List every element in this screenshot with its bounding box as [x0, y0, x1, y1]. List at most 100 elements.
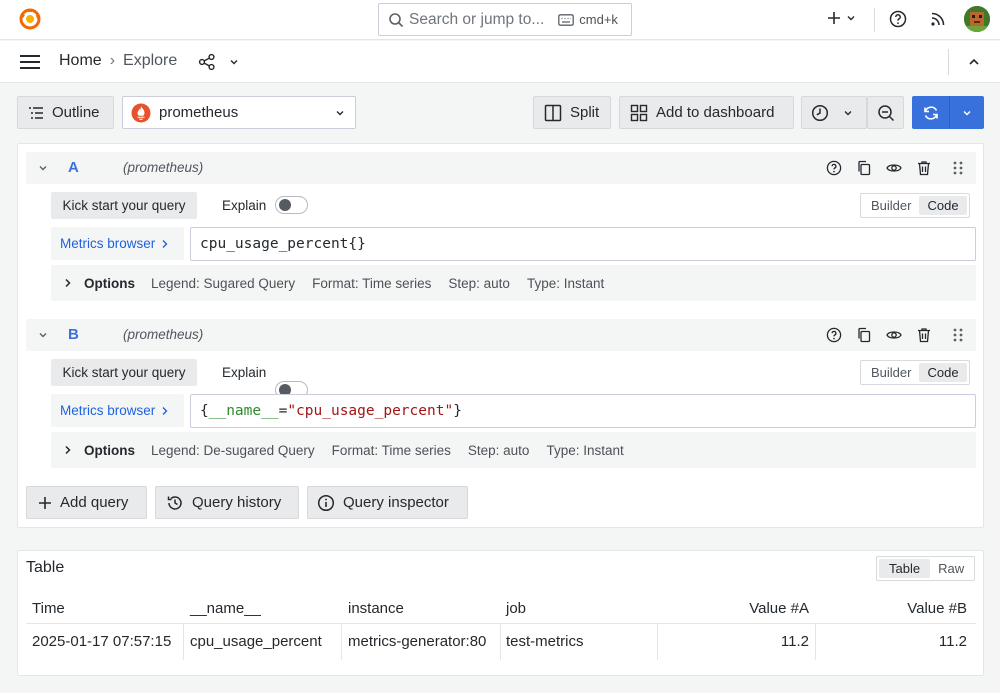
- query-letter[interactable]: A: [68, 159, 79, 176]
- breadcrumb-bar: Home › Explore: [0, 41, 1000, 83]
- eye-icon[interactable]: [886, 160, 902, 176]
- query-history-label: Query history: [192, 494, 282, 511]
- search-placeholder: Search or jump to...: [409, 10, 545, 28]
- options-legend: Legend: De-sugared Query: [151, 442, 315, 458]
- table-raw-switch[interactable]: Table Raw: [876, 556, 976, 581]
- code-mode-option[interactable]: Code: [919, 363, 967, 382]
- drag-handle-icon[interactable]: [952, 327, 964, 343]
- options-row[interactable]: Options Legend: De-sugared Query Format:…: [51, 432, 976, 468]
- run-chevron-down-icon[interactable]: [950, 96, 984, 129]
- expr-brace-close: }: [453, 403, 462, 419]
- column-divider: [183, 624, 184, 660]
- column-divider: [500, 624, 501, 660]
- column-divider: [815, 624, 816, 660]
- query-inspector-label: Query inspector: [343, 494, 449, 511]
- metrics-browser-button[interactable]: Metrics browser: [51, 394, 184, 427]
- metrics-browser-label: Metrics browser: [60, 403, 156, 418]
- share-icon[interactable]: [198, 53, 216, 71]
- column-header-time[interactable]: Time: [32, 600, 65, 617]
- share-chevron-down-icon[interactable]: [229, 57, 239, 67]
- column-header-name[interactable]: __name__: [190, 600, 261, 617]
- time-picker-button[interactable]: [801, 96, 867, 129]
- breadcrumb-separator: ›: [109, 52, 116, 69]
- metrics-browser-label: Metrics browser: [60, 236, 156, 251]
- column-header-value-a[interactable]: Value #A: [660, 600, 809, 617]
- split-label: Split: [570, 104, 600, 121]
- options-row[interactable]: Options Legend: Sugared Query Format: Ti…: [51, 265, 976, 301]
- plus-icon: [826, 10, 842, 26]
- metrics-browser-button[interactable]: Metrics browser: [51, 227, 184, 260]
- query-actions: [826, 327, 964, 343]
- divider: [874, 8, 875, 32]
- collapse-chevron-up-icon[interactable]: [968, 57, 980, 67]
- apps-grid-icon: [630, 104, 648, 122]
- breadcrumb-home[interactable]: Home: [59, 52, 102, 70]
- table-view-option[interactable]: Table: [879, 559, 931, 578]
- explain-toggle[interactable]: [275, 196, 308, 214]
- eye-icon[interactable]: [886, 327, 902, 343]
- column-header-instance[interactable]: instance: [348, 600, 404, 617]
- split-button[interactable]: Split: [533, 96, 611, 129]
- code-mode-option[interactable]: Code: [919, 196, 967, 215]
- add-query-button[interactable]: Add query: [26, 486, 147, 519]
- clock-icon: [811, 104, 829, 122]
- drag-handle-icon[interactable]: [952, 160, 964, 176]
- add-query-label: Add query: [60, 494, 129, 511]
- options-label: Options: [84, 275, 135, 291]
- history-icon: [166, 494, 184, 512]
- search-icon: [388, 12, 404, 28]
- top-bar: Search or jump to... cmd+k: [0, 0, 1000, 40]
- refresh-icon[interactable]: [912, 96, 950, 129]
- builder-mode-option[interactable]: Builder: [863, 363, 919, 382]
- raw-view-option[interactable]: Raw: [930, 559, 972, 578]
- divider: [948, 49, 949, 75]
- help-icon[interactable]: [826, 160, 842, 176]
- search-input[interactable]: Search or jump to... cmd+k: [378, 3, 632, 36]
- trash-icon[interactable]: [916, 160, 932, 176]
- query-expression-input[interactable]: {__name__ = "cpu_usage_percent"}: [190, 394, 976, 428]
- editor-mode-switch[interactable]: Builder Code: [860, 360, 970, 385]
- outline-label: Outline: [52, 104, 100, 121]
- plus-icon: [38, 496, 52, 510]
- query-actions: [826, 160, 964, 176]
- collapse-chevron-icon[interactable]: [38, 163, 48, 173]
- keyboard-icon: [558, 13, 575, 26]
- datasource-picker[interactable]: prometheus: [122, 96, 356, 129]
- builder-mode-option[interactable]: Builder: [863, 196, 919, 215]
- table-cell: 2025-01-17 07:57:15: [32, 633, 172, 650]
- chevron-right-icon: [161, 239, 169, 249]
- new-menu-button[interactable]: [826, 10, 856, 26]
- menu-icon[interactable]: [19, 53, 41, 71]
- outline-button[interactable]: Outline: [17, 96, 114, 129]
- trash-icon[interactable]: [916, 327, 932, 343]
- editor-mode-switch[interactable]: Builder Code: [860, 193, 970, 218]
- help-icon[interactable]: [889, 10, 907, 28]
- zoom-out-button[interactable]: [867, 96, 904, 129]
- datasource-name: prometheus: [159, 104, 239, 121]
- user-avatar[interactable]: [964, 6, 990, 32]
- add-to-dashboard-button[interactable]: Add to dashboard: [619, 96, 794, 129]
- query-inspector-button[interactable]: Query inspector: [307, 486, 468, 519]
- column-header-job[interactable]: job: [506, 600, 526, 617]
- table-header-divider: [26, 623, 976, 624]
- search-shortcut: cmd+k: [579, 12, 618, 27]
- table-cell: test-metrics: [506, 633, 584, 650]
- chevron-down-icon: [846, 13, 856, 23]
- news-feed-icon[interactable]: [930, 11, 946, 27]
- kick-start-button[interactable]: Kick start your query: [51, 359, 197, 386]
- duplicate-icon[interactable]: [856, 160, 872, 176]
- options-step: Step: auto: [467, 442, 530, 458]
- column-header-value-b[interactable]: Value #B: [818, 600, 967, 617]
- expr-operator: =: [278, 403, 288, 419]
- help-icon[interactable]: [826, 327, 842, 343]
- kick-start-button[interactable]: Kick start your query: [51, 192, 197, 219]
- grafana-logo-icon[interactable]: [18, 7, 42, 31]
- collapse-chevron-icon[interactable]: [38, 330, 48, 340]
- query-expression-input[interactable]: cpu_usage_percent{}: [190, 227, 976, 261]
- run-query-button[interactable]: [912, 96, 984, 129]
- duplicate-icon[interactable]: [856, 327, 872, 343]
- query-history-button[interactable]: Query history: [155, 486, 299, 519]
- options-format: Format: Time series: [331, 442, 451, 458]
- query-letter[interactable]: B: [68, 326, 79, 343]
- chevron-down-icon: [843, 108, 853, 118]
